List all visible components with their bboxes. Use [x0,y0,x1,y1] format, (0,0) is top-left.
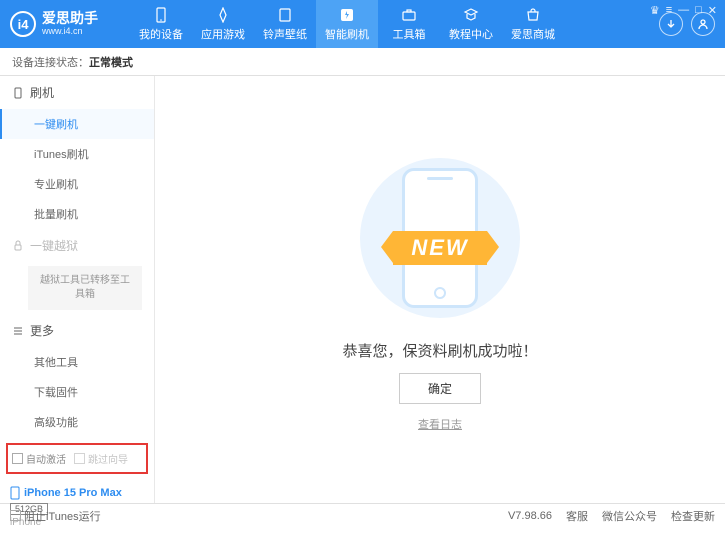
success-message: 恭喜您，保资料刷机成功啦！ [342,340,537,361]
version-label: V7.98.66 [508,510,552,522]
sidebar-item-oneclick[interactable]: 一键刷机 [0,109,154,139]
gift-icon[interactable]: ♛ [650,4,660,17]
store-icon [524,6,542,24]
checkbox-label: 阻止iTunes运行 [24,508,101,524]
sidebar-item-advanced[interactable]: 高级功能 [0,407,154,437]
status-prefix: 设备连接状态： [12,54,89,70]
sidebar-group-jailbreak: 一键越狱 [0,229,154,262]
group-label: 更多 [30,322,54,339]
update-link[interactable]: 检查更新 [671,508,715,524]
nav-label: 我的设备 [139,26,183,42]
confirm-button[interactable]: 确定 [399,373,481,404]
group-label: 一键越狱 [30,237,78,254]
device-name-text: iPhone 15 Pro Max [24,487,122,499]
nav-label: 应用游戏 [201,26,245,42]
nav-flash[interactable]: 智能刷机 [316,0,378,48]
sidebar: 刷机 一键刷机 iTunes刷机 专业刷机 批量刷机 一键越狱 越狱工具已转移至… [0,76,155,503]
block-itunes-checkbox[interactable]: 阻止iTunes运行 [10,508,101,524]
nav-label: 铃声壁纸 [263,26,307,42]
checkbox-icon [74,453,85,464]
nav-toolbox[interactable]: 工具箱 [378,0,440,48]
checkbox-label: 自动激活 [26,451,66,466]
device-icon [10,486,20,500]
nav-label: 工具箱 [393,26,426,42]
nav-tutorials[interactable]: 教程中心 [440,0,502,48]
tutorial-icon [462,6,480,24]
header: i4 爱思助手 www.i4.cn 我的设备 应用游戏 铃声壁纸 智能刷机 工具… [0,0,725,48]
menu-icon [12,325,24,337]
sidebar-item-pro[interactable]: 专业刷机 [0,169,154,199]
logo-subtitle: www.i4.cn [42,27,98,37]
auto-activate-checkbox[interactable]: 自动激活 [12,451,66,466]
nav-store[interactable]: 爱思商城 [502,0,564,48]
phone-icon [12,87,24,99]
sidebar-item-batch[interactable]: 批量刷机 [0,199,154,229]
sidebar-group-more[interactable]: 更多 [0,314,154,347]
maximize-icon[interactable]: □ [695,4,702,17]
nav-label: 教程中心 [449,26,493,42]
main-content: NEW 恭喜您，保资料刷机成功啦！ 确定 查看日志 [155,76,725,503]
apps-icon [214,6,232,24]
success-illustration: NEW [350,148,530,328]
status-value: 正常模式 [89,54,133,70]
new-badge: NEW [393,231,486,265]
sidebar-item-other[interactable]: 其他工具 [0,347,154,377]
activation-options: 自动激活 跳过向导 [6,443,148,474]
nav-label: 爱思商城 [511,26,555,42]
logo-title: 爱思助手 [42,11,98,26]
top-nav: 我的设备 应用游戏 铃声壁纸 智能刷机 工具箱 教程中心 爱思商城 [130,0,564,48]
sidebar-item-firmware[interactable]: 下载固件 [0,377,154,407]
nav-ringtones[interactable]: 铃声壁纸 [254,0,316,48]
toolbox-icon [400,6,418,24]
status-bar: 设备连接状态： 正常模式 [0,48,725,76]
group-label: 刷机 [30,84,54,101]
wechat-link[interactable]: 微信公众号 [602,508,657,524]
close-icon[interactable]: ✕ [708,4,717,17]
menu-icon[interactable]: ≡ [666,4,672,17]
checkbox-icon [12,453,23,464]
nav-label: 智能刷机 [325,26,369,42]
ringtone-icon [276,6,294,24]
nav-apps[interactable]: 应用游戏 [192,0,254,48]
minimize-icon[interactable]: ― [678,4,689,17]
logo[interactable]: i4 爱思助手 www.i4.cn [10,11,130,37]
lock-icon [12,240,24,252]
checkbox-label: 跳过向导 [88,451,128,466]
jailbreak-note: 越狱工具已转移至工具箱 [28,266,142,310]
view-log-link[interactable]: 查看日志 [418,416,462,432]
nav-my-device[interactable]: 我的设备 [130,0,192,48]
logo-icon: i4 [10,11,36,37]
device-icon [152,6,170,24]
flash-icon [338,6,356,24]
support-link[interactable]: 客服 [566,508,588,524]
skip-guide-checkbox[interactable]: 跳过向导 [74,451,128,466]
checkbox-icon [10,510,21,521]
sidebar-group-flash[interactable]: 刷机 [0,76,154,109]
sidebar-item-itunes[interactable]: iTunes刷机 [0,139,154,169]
